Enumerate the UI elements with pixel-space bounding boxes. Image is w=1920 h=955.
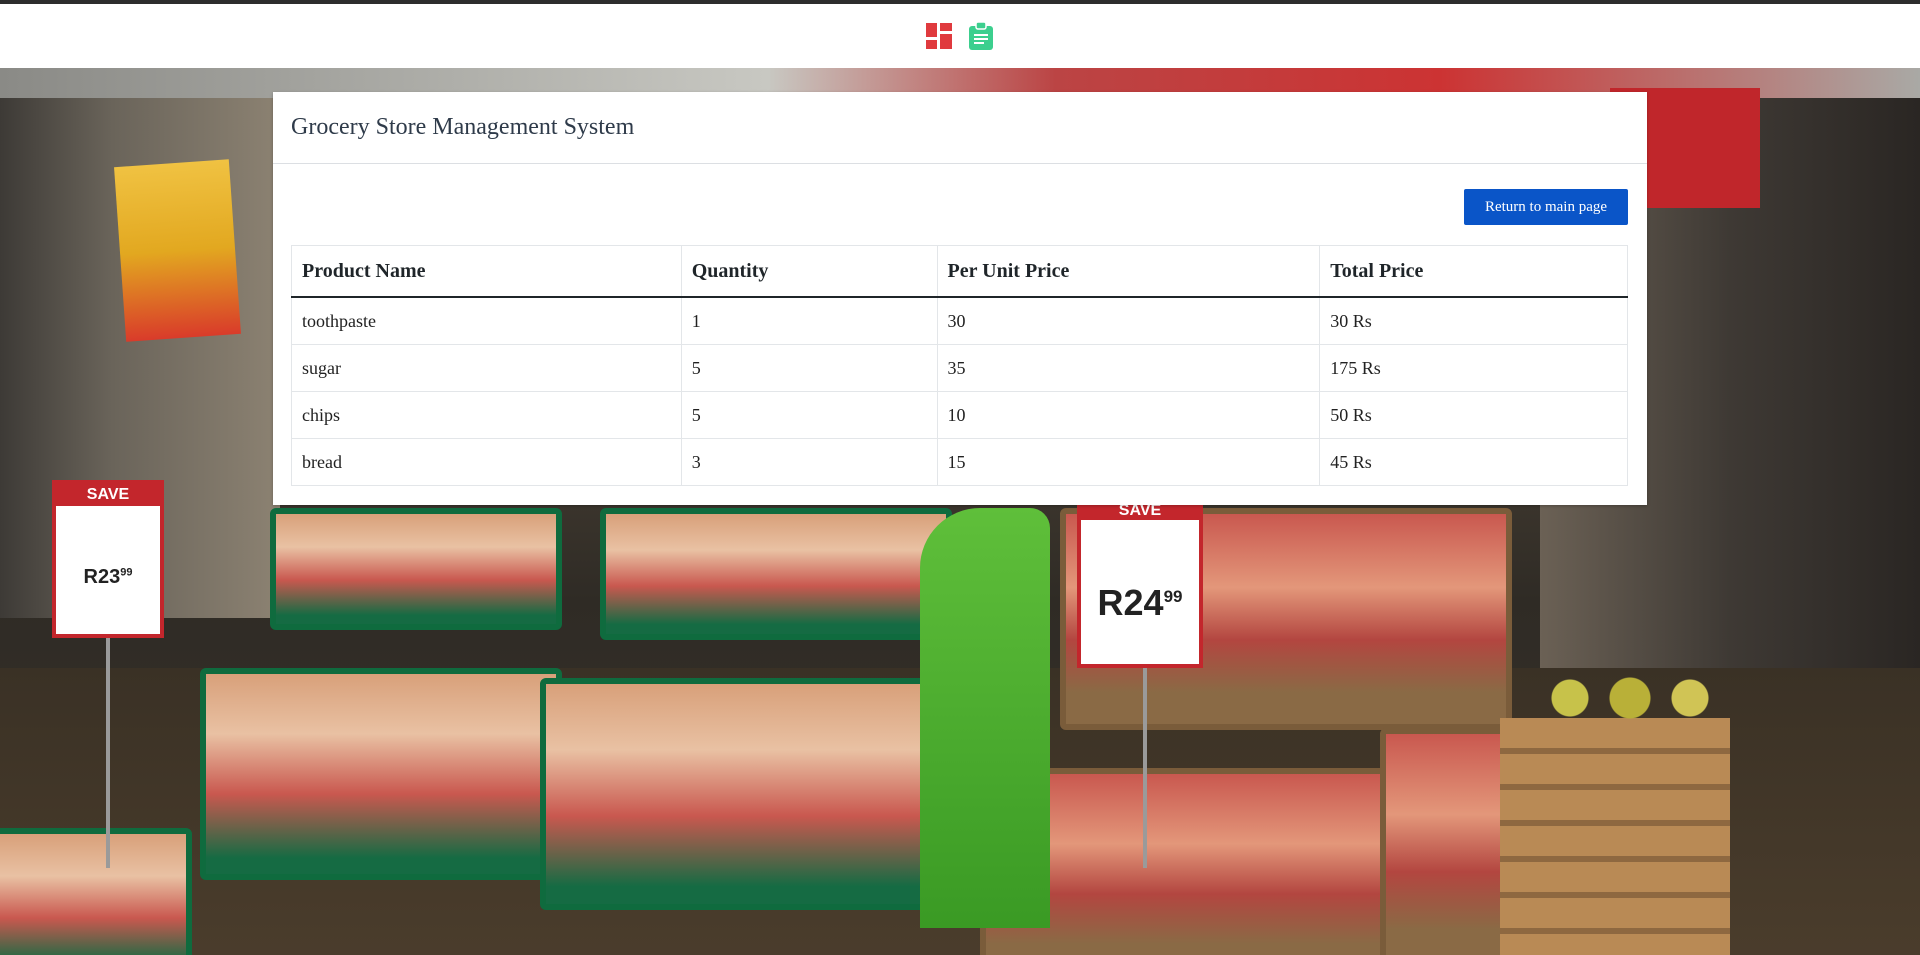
cell-per-unit-price: 15	[936, 438, 1321, 486]
cell-quantity: 5	[680, 344, 938, 392]
order-items-table: Product Name Quantity Per Unit Price Tot…	[291, 245, 1628, 486]
return-to-main-page-button[interactable]: Return to main page	[1464, 189, 1628, 225]
price-amount: R2499	[1098, 582, 1183, 624]
price-cents: 99	[120, 566, 133, 579]
cell-total-price: 45 Rs	[1319, 438, 1628, 486]
page-title: Grocery Store Management System	[291, 114, 635, 140]
fresh-produce-panel	[920, 508, 1050, 928]
table-row: toothpaste 1 30 30 Rs	[291, 296, 1628, 345]
price-cents: 99	[1163, 587, 1183, 606]
cell-product-name: sugar	[291, 344, 682, 392]
order-details-card: Grocery Store Management System Return t…	[273, 92, 1647, 505]
price-sign: SAVE R2399	[52, 480, 164, 638]
save-label: SAVE	[56, 484, 160, 506]
cell-product-name: bread	[291, 438, 682, 486]
price-main: R24	[1097, 582, 1164, 623]
price-amount: R2399	[84, 566, 133, 589]
cell-product-name: chips	[291, 391, 682, 439]
cell-total-price: 175 Rs	[1319, 344, 1628, 392]
fruit-crate	[270, 508, 562, 630]
table-row: sugar 5 35 175 Rs	[291, 344, 1628, 392]
sign-pole	[106, 628, 110, 868]
top-navbar	[0, 4, 1920, 68]
save-label: SAVE	[1081, 503, 1199, 520]
header-product-name: Product Name	[291, 245, 682, 298]
cell-per-unit-price: 35	[936, 344, 1321, 392]
table-row: bread 3 15 45 Rs	[291, 438, 1628, 486]
cell-total-price: 50 Rs	[1319, 391, 1628, 439]
clipboard-icon[interactable]	[967, 22, 995, 50]
cell-quantity: 1	[680, 296, 938, 345]
wooden-crate	[1500, 718, 1730, 955]
header-quantity: Quantity	[680, 245, 938, 298]
cell-per-unit-price: 30	[936, 296, 1321, 345]
header-total-price: Total Price	[1319, 245, 1628, 298]
dashboard-icon[interactable]	[925, 22, 953, 50]
melons	[1530, 673, 1730, 723]
cell-total-price: 30 Rs	[1319, 296, 1628, 345]
sign-pole	[1143, 668, 1147, 868]
cell-quantity: 3	[680, 438, 938, 486]
table-header-row: Product Name Quantity Per Unit Price Tot…	[291, 245, 1628, 298]
fruit-crate	[0, 828, 192, 955]
fruit-crate	[540, 678, 932, 910]
card-header: Grocery Store Management System	[273, 92, 1647, 164]
price-sign: SAVE R2499	[1077, 503, 1203, 668]
cell-per-unit-price: 10	[936, 391, 1321, 439]
table-row: chips 5 10 50 Rs	[291, 391, 1628, 439]
header-per-unit-price: Per Unit Price	[936, 245, 1321, 298]
fruit-crate	[200, 668, 562, 880]
fruit-crate	[600, 508, 952, 640]
promo-sign	[114, 159, 241, 342]
cell-product-name: toothpaste	[291, 296, 682, 345]
cell-quantity: 5	[680, 391, 938, 439]
price-main: R23	[83, 566, 121, 588]
